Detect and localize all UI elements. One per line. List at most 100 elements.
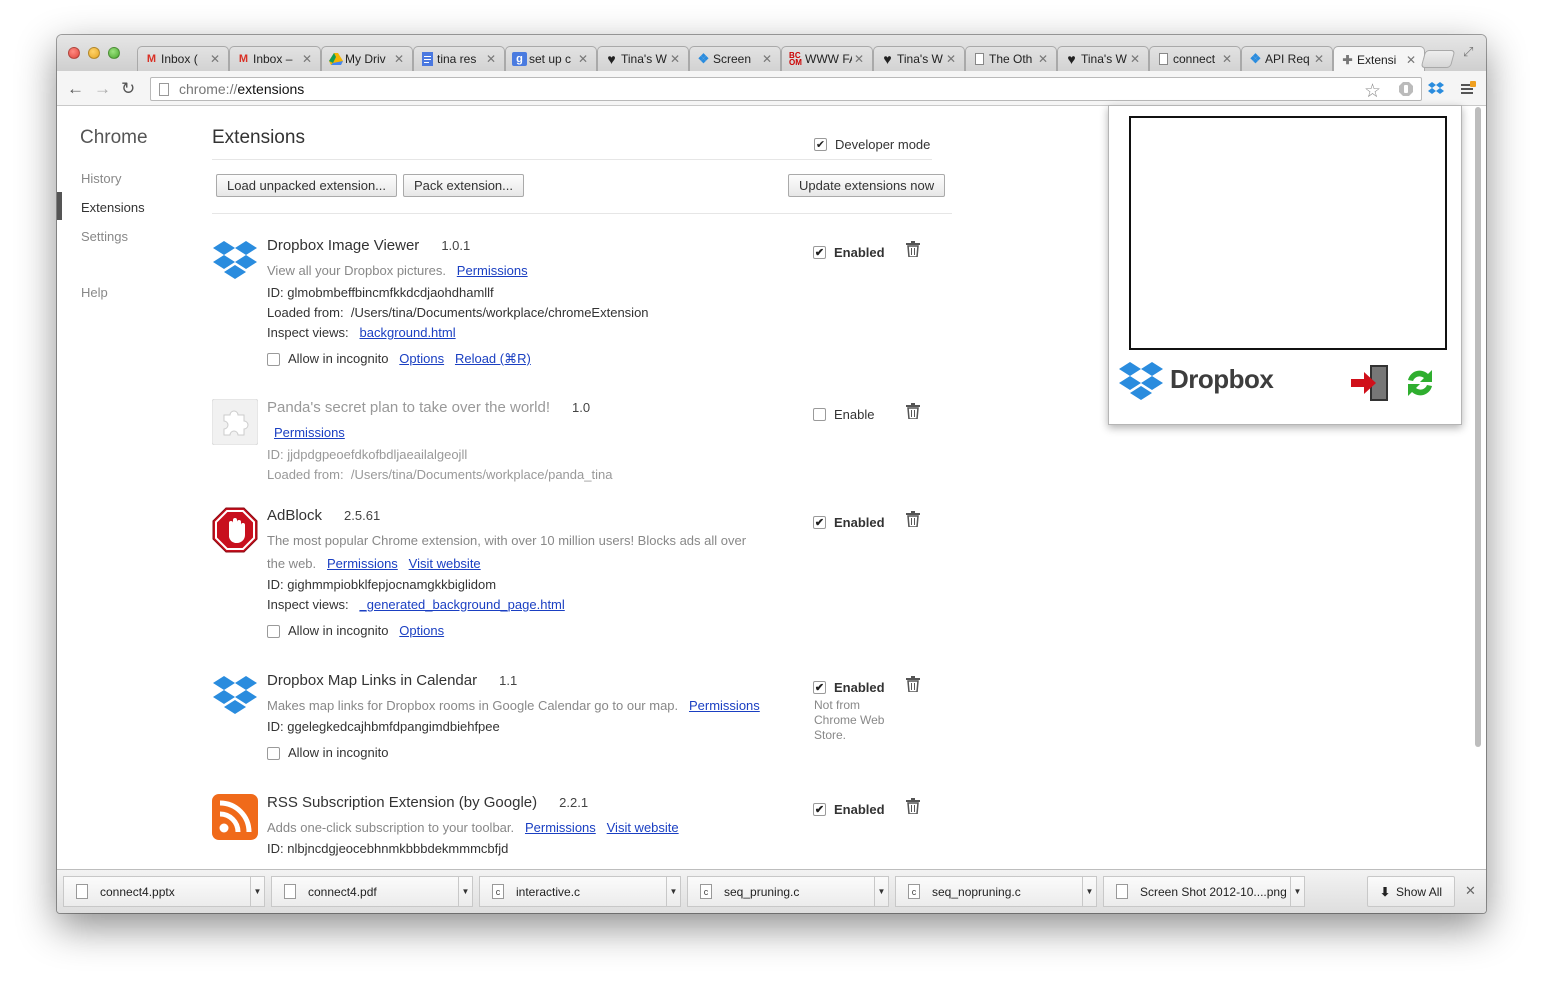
download-menu-arrow-icon[interactable]: ▼	[250, 877, 264, 906]
tab[interactable]: ♥ Tina's W ✕	[597, 46, 689, 71]
bookmark-star-icon[interactable]: ☆	[1364, 80, 1381, 103]
reload-icon[interactable]: ↻	[121, 79, 135, 99]
load-unpacked-button[interactable]: Load unpacked extension...	[216, 174, 398, 197]
trash-icon[interactable]	[906, 676, 920, 692]
tab-close-icon[interactable]: ✕	[392, 52, 406, 66]
puzzle-icon: ✚	[1342, 52, 1353, 67]
enabled-checkbox[interactable]: ✔	[813, 803, 826, 816]
options-link[interactable]: Options	[399, 621, 444, 641]
window-minimize-button[interactable]	[88, 47, 100, 59]
permissions-link[interactable]: Permissions	[274, 425, 345, 440]
tab[interactable]: My Driv ✕	[321, 46, 413, 71]
enabled-toggle[interactable]: ✔ Enabled	[813, 515, 885, 530]
tab-close-icon[interactable]: ✕	[300, 52, 314, 66]
download-menu-arrow-icon[interactable]: ▼	[874, 877, 888, 906]
show-all-downloads-button[interactable]: ⬇ Show All	[1367, 876, 1455, 907]
download-menu-arrow-icon[interactable]: ▼	[1082, 877, 1096, 906]
tab[interactable]: ♥ Tina's W ✕	[1057, 46, 1149, 71]
download-item[interactable]: c interactive.c ▼	[479, 876, 681, 907]
new-tab-button[interactable]	[1420, 50, 1456, 68]
close-shelf-icon[interactable]: ✕	[1465, 883, 1476, 899]
download-item[interactable]: c seq_nopruning.c ▼	[895, 876, 1097, 907]
adblock-toolbar-icon[interactable]	[1398, 81, 1414, 97]
address-bar[interactable]: chrome://extensions	[150, 77, 1422, 101]
permissions-link[interactable]: Permissions	[457, 263, 528, 278]
pack-extension-button[interactable]: Pack extension...	[403, 174, 524, 197]
enabled-checkbox[interactable]: ✔	[813, 681, 826, 694]
permissions-link[interactable]: Permissions	[525, 820, 596, 835]
update-extensions-button[interactable]: Update extensions now	[788, 174, 946, 197]
download-item[interactable]: c seq_pruning.c ▼	[687, 876, 889, 907]
tab-close-icon[interactable]: ✕	[576, 52, 590, 66]
back-icon[interactable]: ←	[67, 79, 84, 99]
inspect-view-link[interactable]: background.html	[360, 325, 456, 340]
tab-close-icon[interactable]: ✕	[760, 52, 774, 66]
forward-icon[interactable]: →	[94, 79, 111, 99]
trash-icon[interactable]	[906, 798, 920, 814]
tab[interactable]: tina res ✕	[413, 46, 505, 71]
inspect-view-link[interactable]: _generated_background_page.html	[360, 597, 565, 612]
page-icon	[1156, 52, 1171, 66]
enabled-checkbox[interactable]: ✔	[813, 246, 826, 259]
dropbox-toolbar-icon[interactable]	[1428, 81, 1444, 97]
window-zoom-button[interactable]	[108, 47, 120, 59]
permissions-link[interactable]: Permissions	[327, 556, 398, 571]
enabled-toggle[interactable]: ✔ Enabled	[813, 802, 885, 817]
tab-close-icon[interactable]: ✕	[1036, 52, 1050, 66]
tab[interactable]: BC OM WWW FA ✕	[781, 46, 873, 71]
allow-incognito-checkbox[interactable]	[267, 352, 280, 366]
tab[interactable]: connect ✕	[1149, 46, 1241, 71]
trash-icon[interactable]	[906, 241, 920, 257]
fullscreen-icon[interactable]: ⤢	[1463, 44, 1473, 60]
tab[interactable]: M Inbox – ✕	[229, 46, 321, 71]
tab-close-icon[interactable]: ✕	[1312, 52, 1326, 66]
download-item[interactable]: connect4.pptx ▼	[63, 876, 265, 907]
visit-website-link[interactable]: Visit website	[607, 820, 679, 835]
download-menu-arrow-icon[interactable]: ▼	[666, 877, 680, 906]
download-item[interactable]: Screen Shot 2012-10....png ▼	[1103, 876, 1305, 907]
developer-mode-checkbox[interactable]: ✔	[814, 138, 827, 151]
sidebar-item-help[interactable]: Help	[81, 285, 108, 300]
enabled-toggle[interactable]: ✔ Enabled	[813, 245, 885, 260]
sign-out-door-icon[interactable]	[1350, 364, 1390, 402]
download-menu-arrow-icon[interactable]: ▼	[1290, 877, 1304, 906]
trash-icon[interactable]	[906, 511, 920, 527]
visit-website-link[interactable]: Visit website	[409, 556, 481, 571]
tab[interactable]: The Oth ✕	[965, 46, 1057, 71]
scrollbar[interactable]	[1473, 107, 1483, 785]
trash-icon[interactable]	[906, 403, 920, 419]
enable-toggle[interactable]: Enable	[813, 407, 874, 422]
tab-close-icon[interactable]: ✕	[944, 52, 958, 66]
window-close-button[interactable]	[68, 47, 80, 59]
download-menu-arrow-icon[interactable]: ▼	[458, 877, 472, 906]
download-item[interactable]: connect4.pdf ▼	[271, 876, 473, 907]
reload-link[interactable]: Reload (⌘R)	[455, 349, 531, 369]
tab-close-icon[interactable]: ✕	[1404, 53, 1418, 67]
refresh-sync-icon[interactable]	[1402, 364, 1438, 402]
tab[interactable]: ♥ Tina's W ✕	[873, 46, 965, 71]
tab-close-icon[interactable]: ✕	[208, 52, 222, 66]
sidebar-item-history[interactable]: History	[81, 171, 121, 186]
tab-close-icon[interactable]: ✕	[1128, 52, 1142, 66]
chrome-menu-icon[interactable]	[1460, 81, 1476, 97]
enabled-toggle[interactable]: ✔ Enabled	[813, 680, 885, 695]
tab[interactable]: ❖ Screen ✕	[689, 46, 781, 71]
tab-close-icon[interactable]: ✕	[668, 52, 682, 66]
sidebar-item-settings[interactable]: Settings	[81, 229, 128, 244]
enable-checkbox[interactable]	[813, 408, 826, 421]
sidebar-item-extensions[interactable]: Extensions	[81, 200, 145, 215]
developer-mode-toggle[interactable]: ✔ Developer mode	[814, 137, 930, 152]
options-link[interactable]: Options	[399, 349, 444, 369]
tab[interactable]: M Inbox ( ✕	[137, 46, 229, 71]
enabled-checkbox[interactable]: ✔	[813, 516, 826, 529]
tab[interactable]: ❖ API Req ✕	[1241, 46, 1333, 71]
tab-close-icon[interactable]: ✕	[1220, 52, 1234, 66]
allow-incognito-checkbox[interactable]	[267, 746, 280, 760]
permissions-link[interactable]: Permissions	[689, 698, 760, 713]
allow-incognito-checkbox[interactable]	[267, 624, 280, 638]
tab-close-icon[interactable]: ✕	[484, 52, 498, 66]
scrollbar-thumb[interactable]	[1475, 107, 1481, 747]
tab[interactable]: g set up c ✕	[505, 46, 597, 71]
tab-close-icon[interactable]: ✕	[852, 52, 866, 66]
tab-extensions-active[interactable]: ✚ Extensi ✕	[1333, 46, 1425, 72]
